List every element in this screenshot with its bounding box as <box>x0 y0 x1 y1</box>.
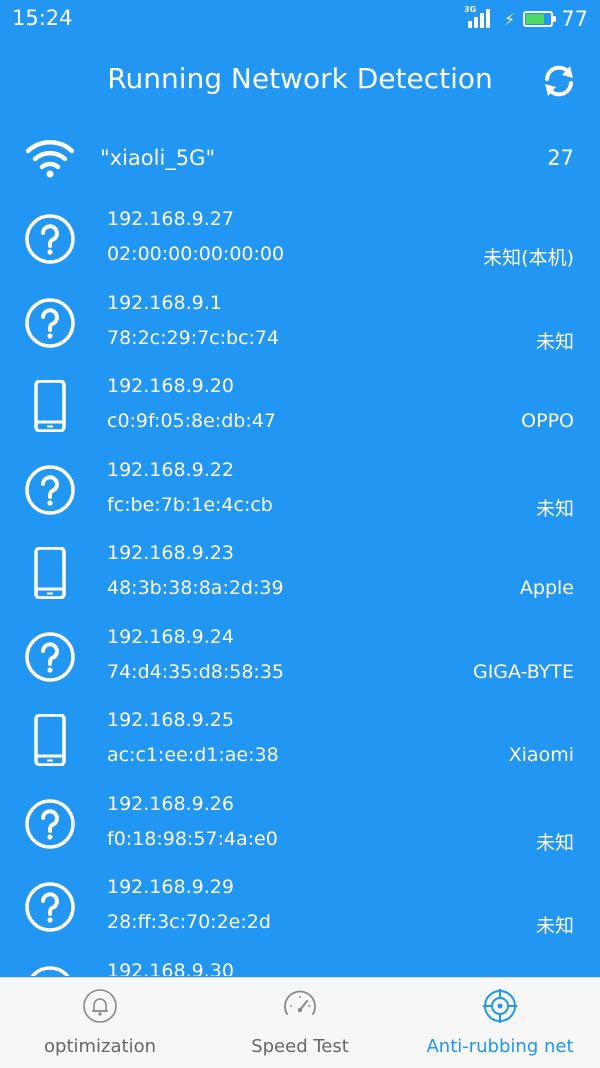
device-ip: 192.168.9.27 <box>107 208 234 230</box>
unknown-device-icon <box>24 213 76 265</box>
device-mac: c0:9f:05:8e:db:47 <box>107 410 276 432</box>
device-ip: 192.168.9.24 <box>107 625 234 648</box>
device-count: 27 <box>547 146 574 170</box>
refresh-icon <box>545 65 573 97</box>
phone-icon <box>24 713 76 767</box>
device-ip: 192.168.9.20 <box>107 375 234 397</box>
device-vendor: 未知 <box>535 330 574 353</box>
refresh-button[interactable] <box>540 62 578 100</box>
tab-anti-rubbing-net[interactable]: Anti-rubbing net <box>400 978 600 1068</box>
device-mac: 02:00:00:00:00:00 <box>107 243 285 265</box>
unknown-device-icon <box>24 464 76 516</box>
battery-icon <box>523 11 557 27</box>
tab-optimization[interactable]: optimization <box>0 978 200 1068</box>
device-list[interactable]: 192.168.9.27 02:00:00:00:00:00 未知(本机) 192.1… <box>0 200 600 976</box>
device-vendor: OPPO <box>521 410 574 432</box>
tab-label: Speed Test <box>251 1036 349 1057</box>
device-mac: 28:ff:3c:70:2e:2d <box>107 911 271 933</box>
tab-speed-test[interactable]: Speed Test <box>200 978 400 1068</box>
target-icon <box>483 989 517 1023</box>
tab-label: Anti-rubbing net <box>426 1036 574 1057</box>
device-vendor: GIGA-BYTE <box>472 660 574 683</box>
unknown-device-icon <box>24 631 76 683</box>
device-ip: 192.168.9.23 <box>107 542 234 564</box>
speedometer-icon <box>284 990 316 1015</box>
device-item[interactable]: 192.168.9.24 74:d4:35:d8:58:35 GIGA-BYTE <box>0 618 600 702</box>
device-ip: 192.168.9.1 <box>107 291 222 314</box>
page-title: Running Network Detection <box>107 62 493 95</box>
device-ip: 192.168.9.22 <box>107 458 234 481</box>
status-indicators: 3G ⚡ 77 <box>464 5 588 32</box>
device-ip: 192.168.9.26 <box>107 792 234 815</box>
unknown-device-icon <box>24 798 76 850</box>
device-mac: fc:be:7b:1e:4c:cb <box>107 493 273 516</box>
device-item[interactable]: 192.168.9.29 28:ff:3c:70:2e:2d 未知 <box>0 868 600 952</box>
device-mac: 48:3b:38:8a:2d:39 <box>107 577 284 599</box>
device-item[interactable]: 192.168.9.1 78:2c:29:7c:bc:74 未知 <box>0 284 600 368</box>
phone-icon <box>24 546 76 600</box>
status-bar: 15:24 3G ⚡ 77 <box>0 0 600 38</box>
device-ip: 192.168.9.30 <box>107 959 234 977</box>
app-header: Running Network Detection <box>0 50 600 110</box>
device-item[interactable]: 192.168.9.22 fc:be:7b:1e:4c:cb 未知 <box>0 451 600 535</box>
device-vendor: 未知 <box>535 831 574 854</box>
charging-icon: ⚡ <box>504 9 516 29</box>
device-item[interactable]: 192.168.9.27 02:00:00:00:00:00 未知(本机) <box>0 200 600 284</box>
device-mac: 78:2c:29:7c:bc:74 <box>107 326 280 349</box>
bottom-navigation: optimization Speed Test Anti-rubbing net <box>0 977 600 1068</box>
unknown-device-icon <box>24 881 76 933</box>
device-mac: f0:18:98:57:4a:e0 <box>107 827 278 850</box>
unknown-device-icon <box>24 297 76 349</box>
device-item[interactable]: 192.168.9.25 ac:c1:ee:d1:ae:38 Xiaomi <box>0 701 600 785</box>
tab-label: optimization <box>44 1036 156 1057</box>
device-ip: 192.168.9.29 <box>107 876 234 898</box>
phone-icon <box>24 379 76 433</box>
battery-level: 77 <box>561 7 588 31</box>
bell-icon <box>83 989 117 1023</box>
wifi-icon <box>25 140 75 178</box>
network-header: "xiaoli_5G" 27 <box>0 130 600 190</box>
device-mac: ac:c1:ee:d1:ae:38 <box>107 744 279 766</box>
device-item[interactable]: 192.168.9.30 <box>0 952 600 977</box>
device-mac: 74:d4:35:d8:58:35 <box>107 660 285 683</box>
device-vendor: 未知(本机) <box>483 247 574 269</box>
device-vendor: Apple <box>519 577 574 599</box>
device-ip: 192.168.9.25 <box>107 709 234 731</box>
device-vendor: Xiaomi <box>508 744 574 766</box>
device-vendor: 未知 <box>535 497 574 520</box>
unknown-device-icon <box>24 965 76 976</box>
device-vendor: 未知 <box>535 915 574 937</box>
status-time: 15:24 <box>12 6 73 30</box>
device-item[interactable]: 192.168.9.20 c0:9f:05:8e:db:47 OPPO <box>0 367 600 451</box>
device-item[interactable]: 192.168.9.26 f0:18:98:57:4a:e0 未知 <box>0 785 600 869</box>
battery-fill <box>526 14 545 24</box>
signal-icon: 3G <box>464 5 496 30</box>
network-name: "xiaoli_5G" <box>100 146 216 170</box>
device-item[interactable]: 192.168.9.23 48:3b:38:8a:2d:39 Apple <box>0 534 600 618</box>
